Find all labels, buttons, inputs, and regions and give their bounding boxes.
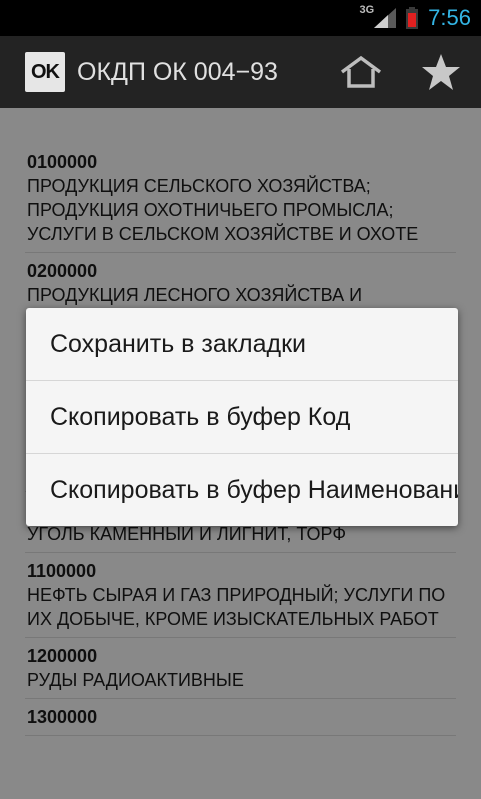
battery-icon [406,7,419,29]
menu-item-copy-name[interactable]: Скопировать в буфер Наименование [26,454,458,526]
status-bar: 3G 7:56 [0,0,481,36]
app-title: ОКДП ОК 004−93 [77,57,278,86]
menu-item-bookmark[interactable]: Сохранить в закладки [26,308,458,381]
action-bar: OK ОКДП ОК 004−93 [0,36,481,108]
clock: 7:56 [428,5,471,30]
network-type: 3G [359,4,375,16]
favorites-button[interactable] [401,36,481,108]
star-icon [422,54,460,90]
app-logo[interactable]: OK [25,52,65,92]
menu-item-copy-code[interactable]: Скопировать в буфер Код [26,381,458,454]
home-icon [340,55,382,88]
home-button[interactable] [321,36,401,108]
context-menu: Сохранить в закладки Скопировать в буфер… [26,308,458,526]
signal-icon [374,8,397,28]
